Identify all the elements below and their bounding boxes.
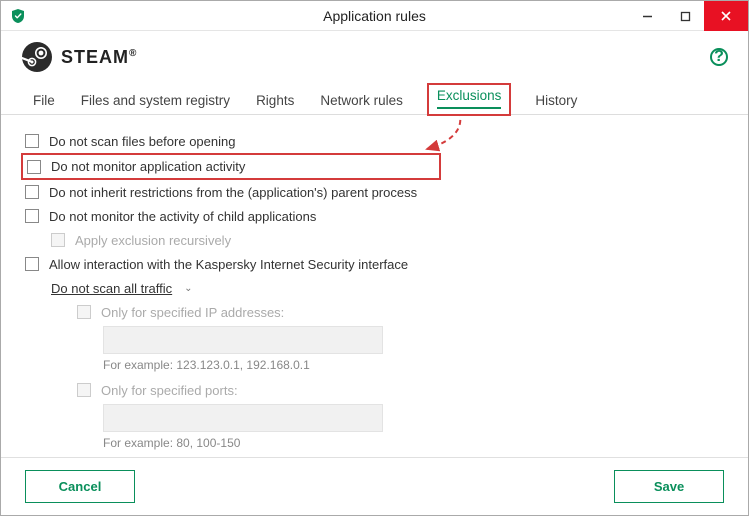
checkbox-no-scan-before-opening[interactable] bbox=[25, 134, 39, 148]
row-scan-traffic-dropdown: Do not scan all traffic ⌄ bbox=[25, 276, 724, 300]
label: Apply exclusion recursively bbox=[75, 233, 231, 248]
exclusions-panel: Do not scan files before opening Do not … bbox=[1, 115, 748, 457]
brand-text: STEAM® bbox=[61, 47, 137, 68]
ip-hint: For example: 123.123.0.1, 192.168.0.1 bbox=[103, 356, 724, 378]
checkbox-no-monitor-child[interactable] bbox=[25, 209, 39, 223]
tab-network-rules[interactable]: Network rules bbox=[318, 87, 405, 114]
tab-files-and-registry[interactable]: Files and system registry bbox=[79, 87, 232, 114]
checkbox-apply-recursively bbox=[51, 233, 65, 247]
row-allow-kis-interaction: Allow interaction with the Kaspersky Int… bbox=[25, 252, 724, 276]
titlebar: Application rules bbox=[1, 1, 748, 31]
row-only-ip: Only for specified IP addresses: bbox=[25, 300, 724, 324]
checkbox-no-inherit-restrictions[interactable] bbox=[25, 185, 39, 199]
ip-addresses-input bbox=[103, 326, 383, 354]
checkbox-only-ip bbox=[77, 305, 91, 319]
label: Only for specified IP addresses: bbox=[101, 305, 284, 320]
tab-file[interactable]: File bbox=[31, 87, 57, 114]
tab-history[interactable]: History bbox=[533, 87, 579, 114]
ports-hint: For example: 80, 100-150 bbox=[103, 434, 724, 456]
label: Do not monitor the activity of child app… bbox=[49, 209, 316, 224]
label: Do not monitor application activity bbox=[51, 159, 245, 174]
chevron-down-icon: ⌄ bbox=[184, 283, 192, 294]
help-icon[interactable]: ? bbox=[710, 48, 728, 66]
tab-rights[interactable]: Rights bbox=[254, 87, 296, 114]
label: Allow interaction with the Kaspersky Int… bbox=[49, 257, 408, 272]
close-button[interactable] bbox=[704, 1, 748, 31]
window-controls bbox=[628, 1, 748, 30]
checkbox-only-ports bbox=[77, 383, 91, 397]
highlighted-tab-wrapper: Exclusions bbox=[427, 83, 512, 116]
maximize-button[interactable] bbox=[666, 1, 704, 31]
row-no-scan-before-opening: Do not scan files before opening bbox=[25, 129, 724, 153]
row-no-inherit-restrictions: Do not inherit restrictions from the (ap… bbox=[25, 180, 724, 204]
steam-logo: STEAM® bbox=[21, 41, 137, 73]
save-button[interactable]: Save bbox=[614, 470, 724, 503]
shield-icon bbox=[9, 7, 27, 25]
row-apply-recursively: Apply exclusion recursively bbox=[25, 228, 724, 252]
do-not-scan-all-traffic-link[interactable]: Do not scan all traffic bbox=[51, 281, 172, 296]
tabs: File Files and system registry Rights Ne… bbox=[1, 79, 748, 115]
label: Do not inherit restrictions from the (ap… bbox=[49, 185, 417, 200]
footer: Cancel Save bbox=[1, 457, 748, 515]
label: Do not scan files before opening bbox=[49, 134, 235, 149]
checkbox-allow-kis-interaction[interactable] bbox=[25, 257, 39, 271]
checkbox-no-monitor-activity[interactable] bbox=[27, 160, 41, 174]
cancel-button[interactable]: Cancel bbox=[25, 470, 135, 503]
row-no-monitor-activity: Do not monitor application activity bbox=[21, 153, 441, 180]
row-only-ports: Only for specified ports: bbox=[25, 378, 724, 402]
minimize-button[interactable] bbox=[628, 1, 666, 31]
header: STEAM® ? bbox=[1, 31, 748, 79]
tab-exclusions[interactable]: Exclusions bbox=[437, 88, 502, 109]
label: Only for specified ports: bbox=[101, 383, 238, 398]
application-rules-window: Application rules STEAM® ? File Files an… bbox=[0, 0, 749, 516]
steam-icon bbox=[21, 41, 53, 73]
ports-input bbox=[103, 404, 383, 432]
row-no-monitor-child: Do not monitor the activity of child app… bbox=[25, 204, 724, 228]
